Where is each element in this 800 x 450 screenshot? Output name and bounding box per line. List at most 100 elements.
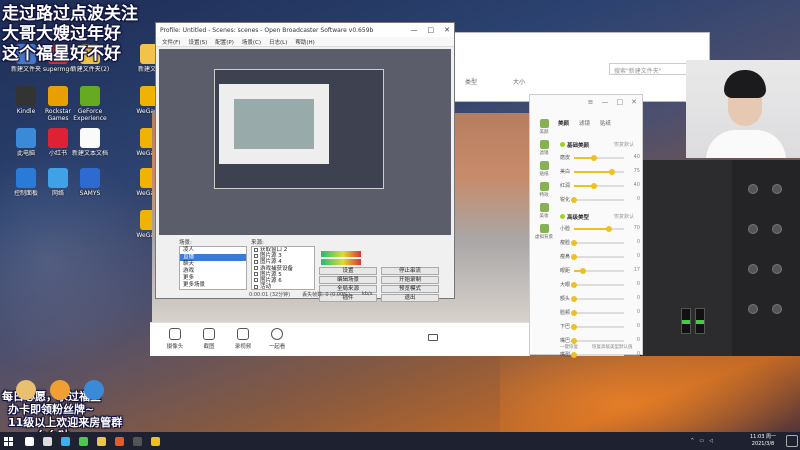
beauty-slider[interactable]: 锐化 0	[560, 195, 640, 204]
taskbar-app-wechat[interactable]	[74, 432, 92, 450]
desktop-icon[interactable]	[72, 380, 116, 402]
slider-track[interactable]	[571, 239, 624, 246]
obs-button[interactable]: 设置	[319, 267, 377, 275]
reset-advanced-default-button[interactable]: 恢复高级美型默认值	[592, 344, 633, 350]
mixer-knob[interactable]	[772, 184, 782, 194]
slider-thumb[interactable]	[571, 281, 577, 288]
volume-icon[interactable]: ◁	[709, 438, 713, 444]
scene-item[interactable]: 聊天	[180, 261, 246, 268]
checkbox-icon[interactable]	[254, 284, 258, 289]
checkbox-icon[interactable]	[254, 278, 258, 283]
slider-track[interactable]	[571, 253, 624, 260]
slider-track[interactable]	[574, 168, 624, 175]
beauty-slider[interactable]: 红润 40	[560, 181, 640, 190]
beauty-slider[interactable]: 小脸 70	[560, 224, 640, 233]
explorer-search-input[interactable]: 搜索"新建文件夹"	[609, 63, 689, 75]
slider-track[interactable]	[571, 337, 624, 344]
slider-track[interactable]	[574, 225, 624, 232]
taskbar-app-edge[interactable]	[56, 432, 74, 450]
beauty-slider[interactable]: 瘦脸 0	[560, 238, 640, 247]
tray-chevron-icon[interactable]: ^	[690, 438, 694, 444]
taskbar-clock[interactable]: 11:03 周一 2021/3/8	[750, 434, 776, 448]
obs-button[interactable]: 停止串流	[381, 267, 439, 275]
maximize-icon[interactable]: □	[428, 26, 435, 34]
beauty-tab[interactable]: 贴纸	[600, 119, 611, 127]
source-item[interactable]: 活动	[252, 284, 314, 289]
beauty-side-item[interactable]: 贴纸	[534, 161, 554, 182]
obs-menu-item[interactable]: 文件(F)	[162, 38, 180, 46]
taskbar-app-search[interactable]	[20, 432, 38, 450]
maximize-icon[interactable]: □	[617, 98, 624, 106]
beauty-side-item[interactable]: 滤镜	[534, 140, 554, 161]
beauty-side-item[interactable]: 虚拟背景	[534, 224, 554, 245]
minimize-icon[interactable]: —	[602, 98, 609, 106]
beauty-slider[interactable]: 美白 75	[560, 167, 640, 176]
beauty-side-item[interactable]: 美妆	[534, 203, 554, 224]
obs-button[interactable]: 编辑场景	[319, 276, 377, 284]
beauty-slider[interactable]: 嘴型 0	[560, 350, 640, 359]
reset-basic-button[interactable]: 恢复默认	[614, 141, 634, 148]
start-button[interactable]	[0, 432, 16, 450]
taskbar-app-app2[interactable]	[128, 432, 146, 450]
slider-thumb[interactable]	[571, 196, 577, 203]
tool-watch-together[interactable]: 一起看	[262, 328, 292, 350]
obs-button[interactable]: 开始录制	[381, 276, 439, 284]
slider-thumb[interactable]	[606, 225, 612, 232]
scene-item[interactable]: 直播	[180, 254, 246, 261]
reset-advanced-button[interactable]: 恢复默认	[614, 213, 634, 220]
checkbox-icon[interactable]	[254, 272, 258, 277]
slider-thumb[interactable]	[608, 168, 615, 175]
checkbox-icon[interactable]	[254, 253, 258, 258]
section-advanced-shape[interactable]: 高级美型	[560, 213, 589, 221]
tool-camera[interactable]: 摄像头	[160, 328, 190, 350]
obs-menu-item[interactable]: 设置(S)	[188, 38, 207, 46]
obs-menu-item[interactable]: 日志(L)	[269, 38, 287, 46]
mixer-knob[interactable]	[748, 264, 758, 274]
slider-track[interactable]	[571, 351, 624, 358]
taskbar-app-file-explorer[interactable]	[92, 432, 110, 450]
checkbox-icon[interactable]	[254, 266, 258, 271]
beauty-tab[interactable]: 滤镜	[579, 119, 590, 127]
mixer-knob[interactable]	[748, 224, 758, 234]
slider-thumb[interactable]	[571, 351, 577, 358]
slider-thumb[interactable]	[571, 323, 577, 330]
close-icon[interactable]: ✕	[444, 26, 450, 34]
taskbar-app-app3[interactable]	[146, 432, 164, 450]
mixer-knob[interactable]	[748, 304, 758, 314]
slider-track[interactable]	[571, 196, 624, 203]
obs-menu-item[interactable]: 帮助(H)	[295, 38, 314, 46]
slider-track[interactable]	[571, 295, 624, 302]
section-basic-beauty[interactable]: 基础美颜	[560, 141, 589, 149]
slider-thumb[interactable]	[571, 253, 577, 260]
video-record-icon[interactable]	[428, 334, 438, 341]
column-type[interactable]: 类型	[465, 77, 477, 86]
obs-menu-item[interactable]: 场景(C)	[242, 38, 261, 46]
slider-track[interactable]	[574, 182, 624, 189]
checkbox-icon[interactable]	[254, 247, 258, 252]
beauty-slider[interactable]: 磨皮 40	[560, 153, 640, 162]
beauty-slider[interactable]: 眼距 17	[560, 266, 640, 275]
close-icon[interactable]: ✕	[631, 98, 637, 106]
scene-item[interactable]: 更多	[180, 275, 246, 282]
taskbar-app-obs[interactable]	[110, 432, 128, 450]
scene-item[interactable]: 更多场景	[180, 282, 246, 289]
tool-record[interactable]: 录视频	[228, 328, 258, 350]
reset-all-button[interactable]: 一键恢复	[560, 344, 578, 350]
beauty-side-item[interactable]: 美颜	[534, 119, 554, 140]
minimize-icon[interactable]: —	[411, 26, 418, 34]
beauty-tab[interactable]: 美颜	[558, 119, 569, 127]
beauty-slider[interactable]: 瘦鼻 0	[560, 252, 640, 261]
slider-track[interactable]	[574, 267, 624, 274]
slider-thumb[interactable]	[571, 337, 577, 344]
slider-thumb[interactable]	[591, 154, 597, 161]
desktop-icon[interactable]: SAMYS	[68, 168, 112, 197]
desktop-icon[interactable]: 新建文本文档	[68, 128, 112, 157]
slider-thumb[interactable]	[571, 295, 577, 302]
mixer-knob[interactable]	[772, 224, 782, 234]
desktop-icon[interactable]: GeForce Experience	[68, 86, 112, 122]
slider-thumb[interactable]	[571, 239, 577, 246]
beauty-slider[interactable]: 大眼 0	[560, 280, 640, 289]
scene-item[interactable]: 凌人	[180, 247, 246, 254]
beauty-side-item[interactable]: 特效	[534, 182, 554, 203]
slider-track[interactable]	[571, 309, 624, 316]
